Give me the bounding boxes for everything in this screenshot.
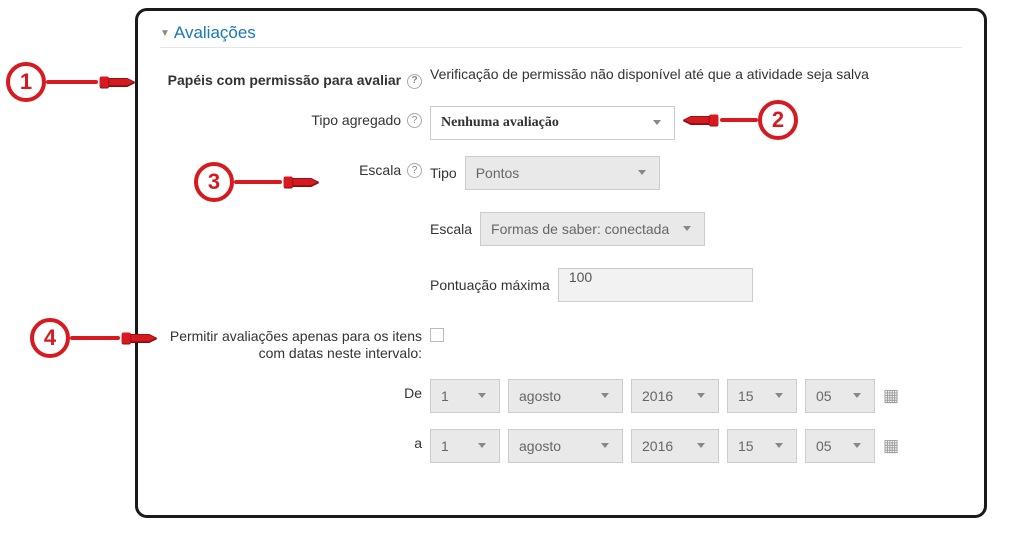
chevron-down-icon bbox=[594, 430, 616, 462]
to-year-select[interactable]: 2016 bbox=[631, 429, 719, 463]
chevron-down-icon bbox=[690, 430, 712, 462]
to-hour-select[interactable]: 15 bbox=[727, 429, 797, 463]
chevron-down-icon bbox=[631, 157, 653, 189]
from-hour-select[interactable]: 15 bbox=[727, 379, 797, 413]
label-subtype: Tipo bbox=[430, 165, 457, 181]
scale-select[interactable]: Formas de saber: conectada bbox=[480, 212, 705, 246]
calendar-icon[interactable]: ▦ bbox=[883, 436, 899, 456]
section-title: Avaliações bbox=[174, 23, 256, 43]
label-subscale: Escala bbox=[430, 221, 472, 237]
from-month-select[interactable]: agosto bbox=[508, 379, 623, 413]
chevron-down-icon bbox=[676, 213, 698, 245]
pointer-right-icon bbox=[98, 71, 138, 93]
from-minute-select[interactable]: 05 bbox=[805, 379, 875, 413]
maxscore-value: 100 bbox=[569, 269, 592, 285]
scale-type-value: Pontos bbox=[476, 165, 520, 181]
row-restrict: Permitir avaliações apenas para os itens… bbox=[160, 328, 962, 363]
row-from: De 1 agosto 2016 15 05 ▦ bbox=[160, 379, 962, 413]
callout-1: 1 bbox=[6, 62, 138, 102]
ratings-panel: ▼ Avaliações Papéis com permissão para a… bbox=[135, 8, 987, 518]
row-aggregate: Tipo agregado ? Nenhuma avaliação bbox=[160, 106, 962, 140]
divider bbox=[160, 47, 962, 48]
label-aggregate: Tipo agregado ? bbox=[160, 106, 430, 130]
chevron-down-icon bbox=[768, 380, 790, 412]
aggregate-select[interactable]: Nenhuma avaliação bbox=[430, 106, 675, 140]
chevron-down-icon bbox=[846, 380, 868, 412]
help-icon[interactable]: ? bbox=[407, 113, 422, 128]
chevron-down-icon bbox=[594, 380, 616, 412]
chevron-down-icon bbox=[471, 380, 493, 412]
from-day-select[interactable]: 1 bbox=[430, 379, 500, 413]
label-roles: Papéis com permissão para avaliar ? bbox=[160, 66, 430, 90]
label-scale: Escala ? bbox=[160, 156, 430, 180]
chevron-down-icon bbox=[646, 107, 668, 139]
to-month-select[interactable]: agosto bbox=[508, 429, 623, 463]
to-minute-select[interactable]: 05 bbox=[805, 429, 875, 463]
help-icon[interactable]: ? bbox=[407, 163, 422, 178]
label-to: a bbox=[160, 429, 430, 453]
scale-value: Formas de saber: conectada bbox=[491, 221, 669, 237]
row-roles: Papéis com permissão para avaliar ? Veri… bbox=[160, 66, 962, 90]
row-to: a 1 agosto 2016 15 05 ▦ bbox=[160, 429, 962, 463]
to-day-select[interactable]: 1 bbox=[430, 429, 500, 463]
row-scale: Escala ? Tipo Pontos Escala Formas de sa… bbox=[160, 156, 962, 312]
help-icon[interactable]: ? bbox=[407, 74, 422, 89]
chevron-down-icon bbox=[471, 430, 493, 462]
chevron-down-icon bbox=[846, 430, 868, 462]
aggregate-value: Nenhuma avaliação bbox=[441, 115, 559, 131]
from-year-select[interactable]: 2016 bbox=[631, 379, 719, 413]
label-maxscore: Pontuação máxima bbox=[430, 277, 550, 293]
restrict-checkbox[interactable] bbox=[430, 328, 444, 342]
roles-text: Verificação de permissão não disponível … bbox=[430, 66, 962, 82]
section-toggle[interactable]: ▼ Avaliações bbox=[160, 23, 962, 43]
label-restrict: Permitir avaliações apenas para os itens… bbox=[160, 328, 430, 363]
chevron-down-icon bbox=[690, 380, 712, 412]
scale-type-select[interactable]: Pontos bbox=[465, 156, 660, 190]
chevron-down-icon: ▼ bbox=[160, 28, 170, 39]
callout-number: 1 bbox=[6, 62, 46, 102]
callout-number: 4 bbox=[30, 318, 70, 358]
label-from: De bbox=[160, 379, 430, 403]
chevron-down-icon bbox=[768, 430, 790, 462]
maxscore-input[interactable]: 100 bbox=[558, 268, 753, 302]
calendar-icon[interactable]: ▦ bbox=[883, 386, 899, 406]
